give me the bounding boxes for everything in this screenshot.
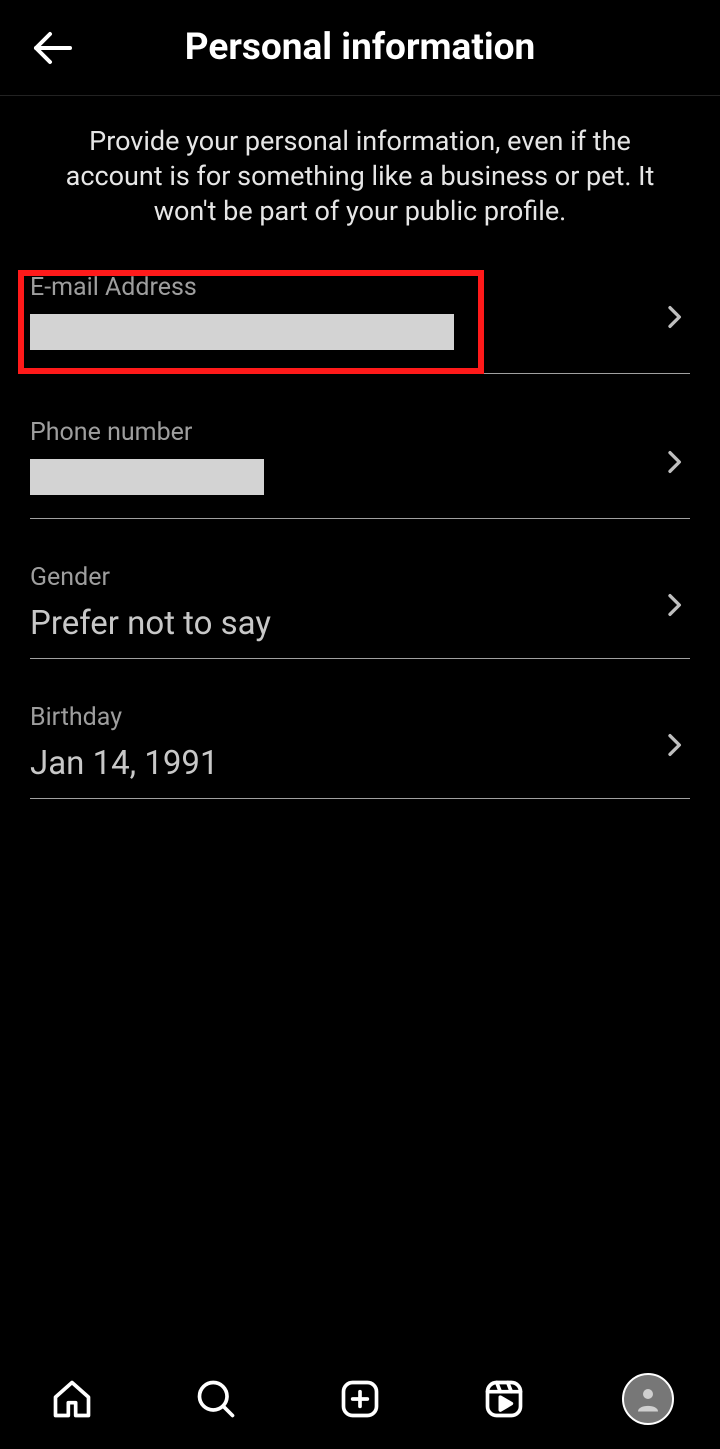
intro-text: Provide your personal information, even … xyxy=(0,96,720,261)
phone-label: Phone number xyxy=(30,418,640,447)
bottom-nav xyxy=(0,1349,720,1449)
chevron-right-icon xyxy=(658,729,690,761)
plus-square-icon xyxy=(338,1377,382,1421)
chevron-right-icon xyxy=(658,589,690,621)
phone-field[interactable]: Phone number xyxy=(30,406,690,519)
chevron-right-icon xyxy=(658,446,690,478)
gender-label: Gender xyxy=(30,563,640,592)
email-field[interactable]: E-mail Address xyxy=(30,261,690,374)
nav-home-button[interactable] xyxy=(44,1371,100,1427)
header: Personal information xyxy=(0,0,720,96)
phone-value xyxy=(30,459,640,504)
search-icon xyxy=(194,1377,238,1421)
email-redacted xyxy=(30,314,454,350)
avatar-icon xyxy=(622,1373,674,1425)
email-label: E-mail Address xyxy=(30,273,640,302)
fields-list: E-mail Address Phone number Gender Prefe… xyxy=(0,261,720,799)
chevron-right-icon xyxy=(658,301,690,333)
person-icon xyxy=(633,1384,663,1414)
phone-redacted xyxy=(30,459,264,495)
gender-value: Prefer not to say xyxy=(30,604,640,644)
home-icon xyxy=(50,1377,94,1421)
gender-field[interactable]: Gender Prefer not to say xyxy=(30,551,690,659)
birthday-value: Jan 14, 1991 xyxy=(30,744,640,784)
nav-reels-button[interactable] xyxy=(476,1371,532,1427)
nav-search-button[interactable] xyxy=(188,1371,244,1427)
page-title: Personal information xyxy=(24,26,696,69)
email-value xyxy=(30,314,640,359)
reels-icon xyxy=(482,1377,526,1421)
nav-create-button[interactable] xyxy=(332,1371,388,1427)
birthday-field[interactable]: Birthday Jan 14, 1991 xyxy=(30,691,690,799)
nav-profile-button[interactable] xyxy=(620,1371,676,1427)
birthday-label: Birthday xyxy=(30,703,640,732)
